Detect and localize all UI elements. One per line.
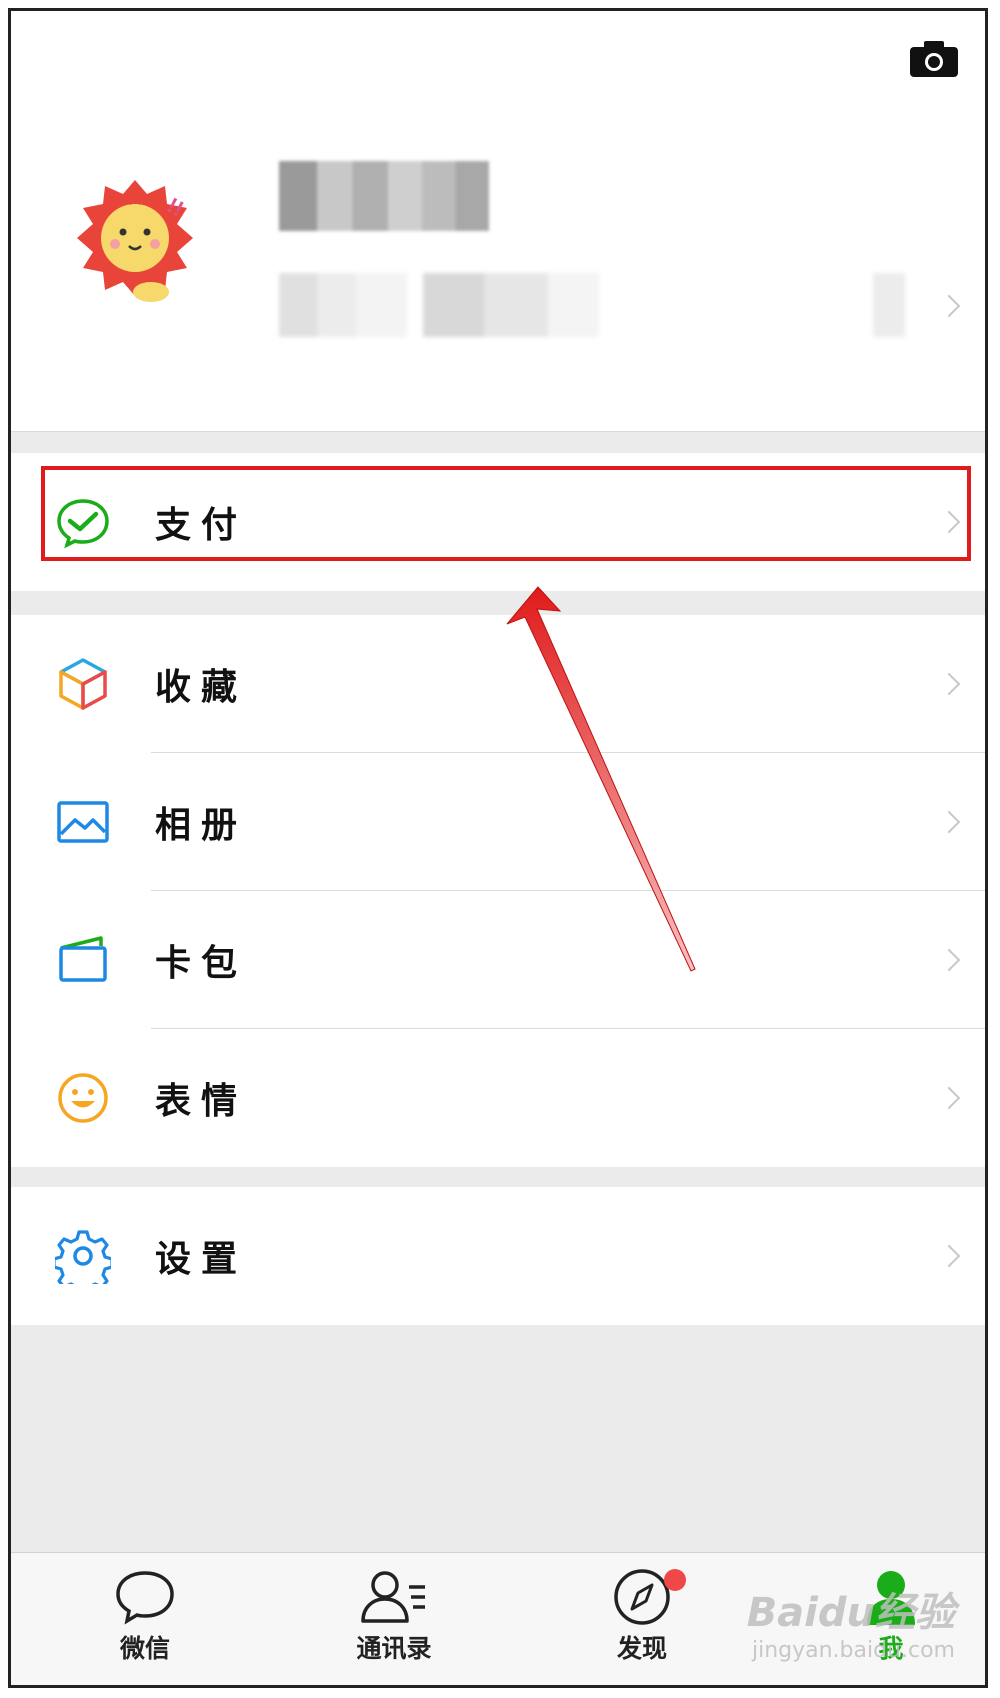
photo-icon [57,801,109,843]
avatar[interactable]: !! [69,166,217,314]
card-icon [59,936,107,982]
chevron-right-icon [937,948,961,972]
tab-bar: 微信 通讯录 发现 我 [11,1552,985,1685]
menu-item-label: 相册 [155,804,248,846]
wechat-id-blurred [279,273,599,337]
menu-item-cards[interactable]: 卡包 [11,891,985,1029]
menu-item-label: 设置 [155,1238,248,1280]
chevron-right-icon [937,810,961,834]
tab-discover[interactable]: 发现 [572,1567,712,1677]
smiley-icon [58,1073,108,1123]
menu-item-settings[interactable]: 设置 [11,1187,985,1325]
username-blurred [279,161,489,231]
person-icon [867,1571,915,1625]
notification-dot [664,1569,686,1591]
contacts-icon [361,1571,425,1623]
cube-icon [59,658,107,710]
tab-me[interactable]: 我 [821,1567,961,1677]
tab-label: 通讯录 [356,1634,432,1663]
chevron-right-icon [937,294,961,318]
tab-label: 微信 [119,1634,170,1663]
menu-item-album[interactable]: 相册 [11,753,985,891]
chevron-right-icon [937,672,961,696]
menu-item-label: 支付 [155,504,248,546]
wechat-pay-icon [57,499,109,549]
menu-item-stickers[interactable]: 表情 [11,1029,985,1167]
chat-bubble-icon [116,1571,174,1625]
camera-icon[interactable] [910,39,958,77]
phone-screen: !! 支付 收藏 相册 卡包 表情 设置 微信 通讯录 发现 我 Baidu经验… [8,8,988,1688]
menu-item-label: 收藏 [155,666,248,708]
chevron-right-icon [937,1086,961,1110]
tab-label: 发现 [616,1634,667,1663]
collection-group: 收藏 相册 卡包 表情 [11,615,985,1167]
tab-chats[interactable]: 微信 [75,1567,215,1677]
pay-group: 支付 [11,453,985,591]
settings-group: 设置 [11,1187,985,1325]
qr-code-blurred [873,273,905,337]
menu-item-favorites[interactable]: 收藏 [11,615,985,753]
profile-header[interactable]: !! [11,11,985,432]
menu-item-label: 卡包 [155,942,248,984]
chevron-right-icon [937,1244,961,1268]
menu-item-pay[interactable]: 支付 [11,453,985,591]
tab-contacts[interactable]: 通讯录 [324,1567,464,1677]
gear-icon [55,1230,111,1284]
tab-label: 我 [878,1634,904,1663]
menu-item-label: 表情 [155,1080,248,1122]
chevron-right-icon [937,510,961,534]
